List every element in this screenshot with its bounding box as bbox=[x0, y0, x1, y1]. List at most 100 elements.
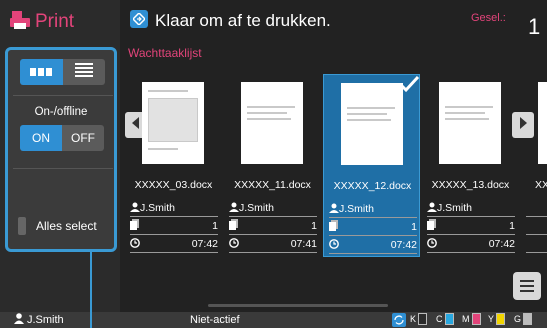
job-filename: XXXXX_03.docx bbox=[134, 179, 213, 191]
job-time: 07:42 bbox=[427, 237, 515, 251]
divider bbox=[526, 216, 547, 217]
job-time: 07:42 bbox=[329, 238, 417, 252]
job-user-label: J.Smith bbox=[140, 202, 176, 214]
job-copies: 1 bbox=[229, 219, 317, 233]
sync-icon bbox=[392, 313, 406, 327]
copies-icon bbox=[427, 219, 436, 233]
on-button[interactable]: ON bbox=[20, 125, 62, 151]
document-thumbnail bbox=[538, 82, 547, 164]
divider bbox=[526, 234, 547, 235]
ink-k: K bbox=[410, 313, 428, 325]
status-icon bbox=[130, 10, 148, 28]
divider bbox=[427, 234, 515, 235]
chevron-right-icon bbox=[519, 116, 527, 134]
ink-c-label: C bbox=[436, 314, 443, 324]
copies-icon bbox=[329, 220, 338, 234]
menu-button[interactable] bbox=[513, 272, 541, 300]
divider bbox=[229, 252, 317, 253]
status-message: Klaar om af te drukken. bbox=[155, 11, 331, 30]
status-bar: J.Smith Niet-actief K C M Y G bbox=[0, 312, 547, 328]
job-time-value: 07:41 bbox=[290, 238, 317, 250]
divider bbox=[329, 253, 417, 254]
job-time-value: 07:42 bbox=[191, 238, 218, 250]
callout-line bbox=[90, 252, 92, 328]
job-filename: XXXXX_12.docx bbox=[333, 180, 412, 192]
job-time: 07:41 bbox=[229, 237, 317, 251]
horizontal-scrollbar[interactable] bbox=[208, 304, 388, 307]
divider bbox=[13, 168, 113, 169]
selected-count: 1 bbox=[528, 14, 541, 39]
ink-k-label: K bbox=[410, 314, 417, 324]
divider bbox=[526, 252, 547, 253]
online-label: On-/offline bbox=[34, 106, 88, 118]
job-copies-value: 1 bbox=[311, 220, 317, 232]
job-user: J.Smith bbox=[427, 201, 515, 215]
job-copies-value: 1 bbox=[509, 220, 515, 232]
printer-icon bbox=[9, 9, 31, 36]
job-user: J.Smith bbox=[229, 201, 317, 215]
main-area: Klaar om af te drukken. Gesel.: 1 Wachtt… bbox=[120, 0, 547, 312]
machine-status: Niet-actief bbox=[190, 314, 240, 326]
online-toggle: ON OFF bbox=[20, 125, 104, 151]
divider bbox=[130, 216, 218, 217]
user-icon bbox=[229, 202, 239, 215]
job-copies: 1 bbox=[329, 220, 417, 234]
divider bbox=[427, 216, 515, 217]
job-user-label: J.Smith bbox=[239, 202, 275, 214]
app-title: Print bbox=[9, 8, 74, 36]
document-thumbnail bbox=[142, 82, 204, 164]
checkmark-icon bbox=[398, 75, 420, 98]
divider bbox=[427, 252, 515, 253]
job-filename: XX bbox=[535, 179, 547, 191]
job-copies: 1 bbox=[427, 219, 515, 233]
left-column: Print On-/offline ON OFF Alles select bbox=[0, 0, 120, 312]
document-thumbnail bbox=[341, 83, 403, 165]
job-card[interactable]: XXXXX_11.docx J.Smith 1 07:41 bbox=[224, 74, 321, 257]
clock-icon bbox=[329, 238, 339, 252]
job-copies-value: 1 bbox=[212, 220, 218, 232]
job-filename: XXXXX_11.docx bbox=[234, 179, 311, 191]
ink-y-label: Y bbox=[488, 314, 495, 324]
ink-y: Y bbox=[488, 313, 506, 325]
login-user-label: J.Smith bbox=[27, 314, 64, 326]
copies-icon bbox=[229, 219, 238, 233]
job-user-label: J.Smith bbox=[339, 203, 375, 215]
ink-c: C bbox=[436, 313, 454, 325]
job-card[interactable]: XXXXX_13.docx J.Smith 1 07:42 bbox=[422, 74, 519, 257]
scroll-right-button[interactable] bbox=[512, 112, 534, 138]
ink-g-label: G bbox=[514, 314, 522, 324]
job-time: 07:42 bbox=[130, 237, 218, 251]
clock-icon bbox=[427, 237, 437, 251]
document-thumbnail bbox=[439, 82, 501, 164]
user-icon bbox=[427, 202, 437, 215]
print-screen: Print On-/offline ON OFF Alles select Kl… bbox=[0, 0, 547, 312]
select-all-button[interactable]: Alles select bbox=[18, 214, 97, 238]
select-all-label: Alles select bbox=[36, 219, 97, 233]
job-user-label: J.Smith bbox=[437, 202, 473, 214]
control-panel: On-/offline ON OFF Alles select bbox=[5, 47, 117, 252]
job-time-value: 07:42 bbox=[488, 238, 515, 250]
job-card-selected[interactable]: XXXXX_12.docx J.Smith 1 07:42 bbox=[323, 74, 420, 257]
thumbnail-view-button[interactable] bbox=[20, 59, 63, 85]
job-copies: 1 bbox=[130, 219, 218, 233]
off-button[interactable]: OFF bbox=[62, 125, 104, 151]
job-card[interactable]: XX bbox=[521, 74, 547, 257]
login-user[interactable]: J.Smith bbox=[14, 313, 64, 327]
divider bbox=[229, 234, 317, 235]
divider bbox=[329, 217, 417, 218]
divider bbox=[130, 252, 218, 253]
job-time-value: 07:42 bbox=[390, 239, 417, 251]
user-icon bbox=[329, 203, 339, 216]
clock-icon bbox=[229, 237, 239, 251]
job-user: J.Smith bbox=[329, 202, 417, 216]
job-user: J.Smith bbox=[130, 201, 218, 215]
clock-icon bbox=[130, 237, 140, 251]
copies-icon bbox=[130, 219, 139, 233]
user-icon bbox=[14, 313, 24, 327]
list-view-button[interactable] bbox=[62, 59, 105, 85]
select-all-checkbox bbox=[18, 217, 26, 235]
job-filename: XXXXX_13.docx bbox=[431, 179, 510, 191]
job-card[interactable]: XXXXX_03.docx J.Smith 1 07:42 bbox=[125, 74, 222, 257]
divider bbox=[13, 95, 113, 96]
menu-icon bbox=[520, 280, 534, 282]
